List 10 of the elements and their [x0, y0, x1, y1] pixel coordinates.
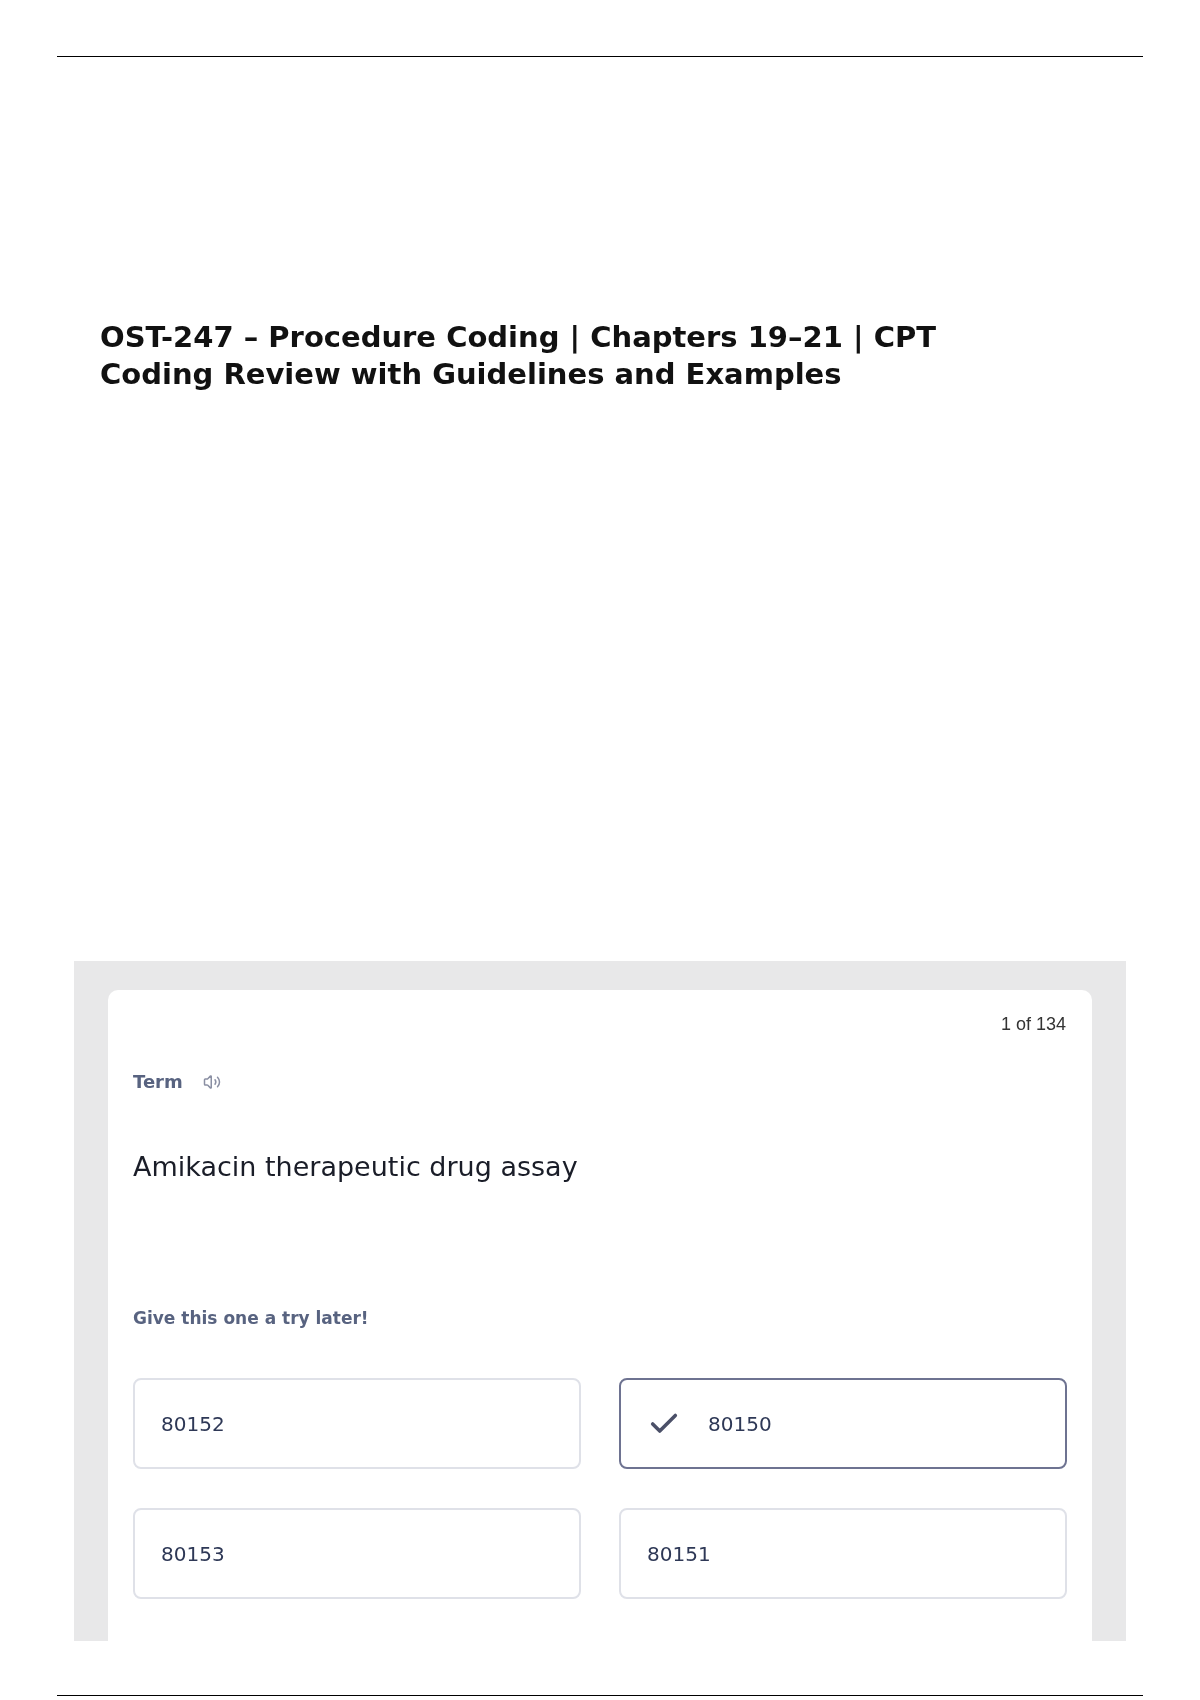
answer-option[interactable]: 80152 — [133, 1378, 581, 1469]
answer-option[interactable]: 80150 — [619, 1378, 1067, 1469]
speaker-icon[interactable] — [202, 1073, 221, 1091]
answer-option[interactable]: 80153 — [133, 1508, 581, 1599]
term-label: Term — [133, 1070, 183, 1094]
term-text: Amikacin therapeutic drug assay — [133, 1150, 579, 1184]
card-counter: 1 of 134 — [1000, 1013, 1066, 1036]
answer-option[interactable]: 80151 — [619, 1508, 1067, 1599]
document-title: OST-247 – Procedure Coding | Chapters 19–21 | CPT Coding Review with Guidelines and Examples — [100, 319, 937, 393]
try-later-link[interactable]: Give this one a try later! — [133, 1306, 369, 1330]
